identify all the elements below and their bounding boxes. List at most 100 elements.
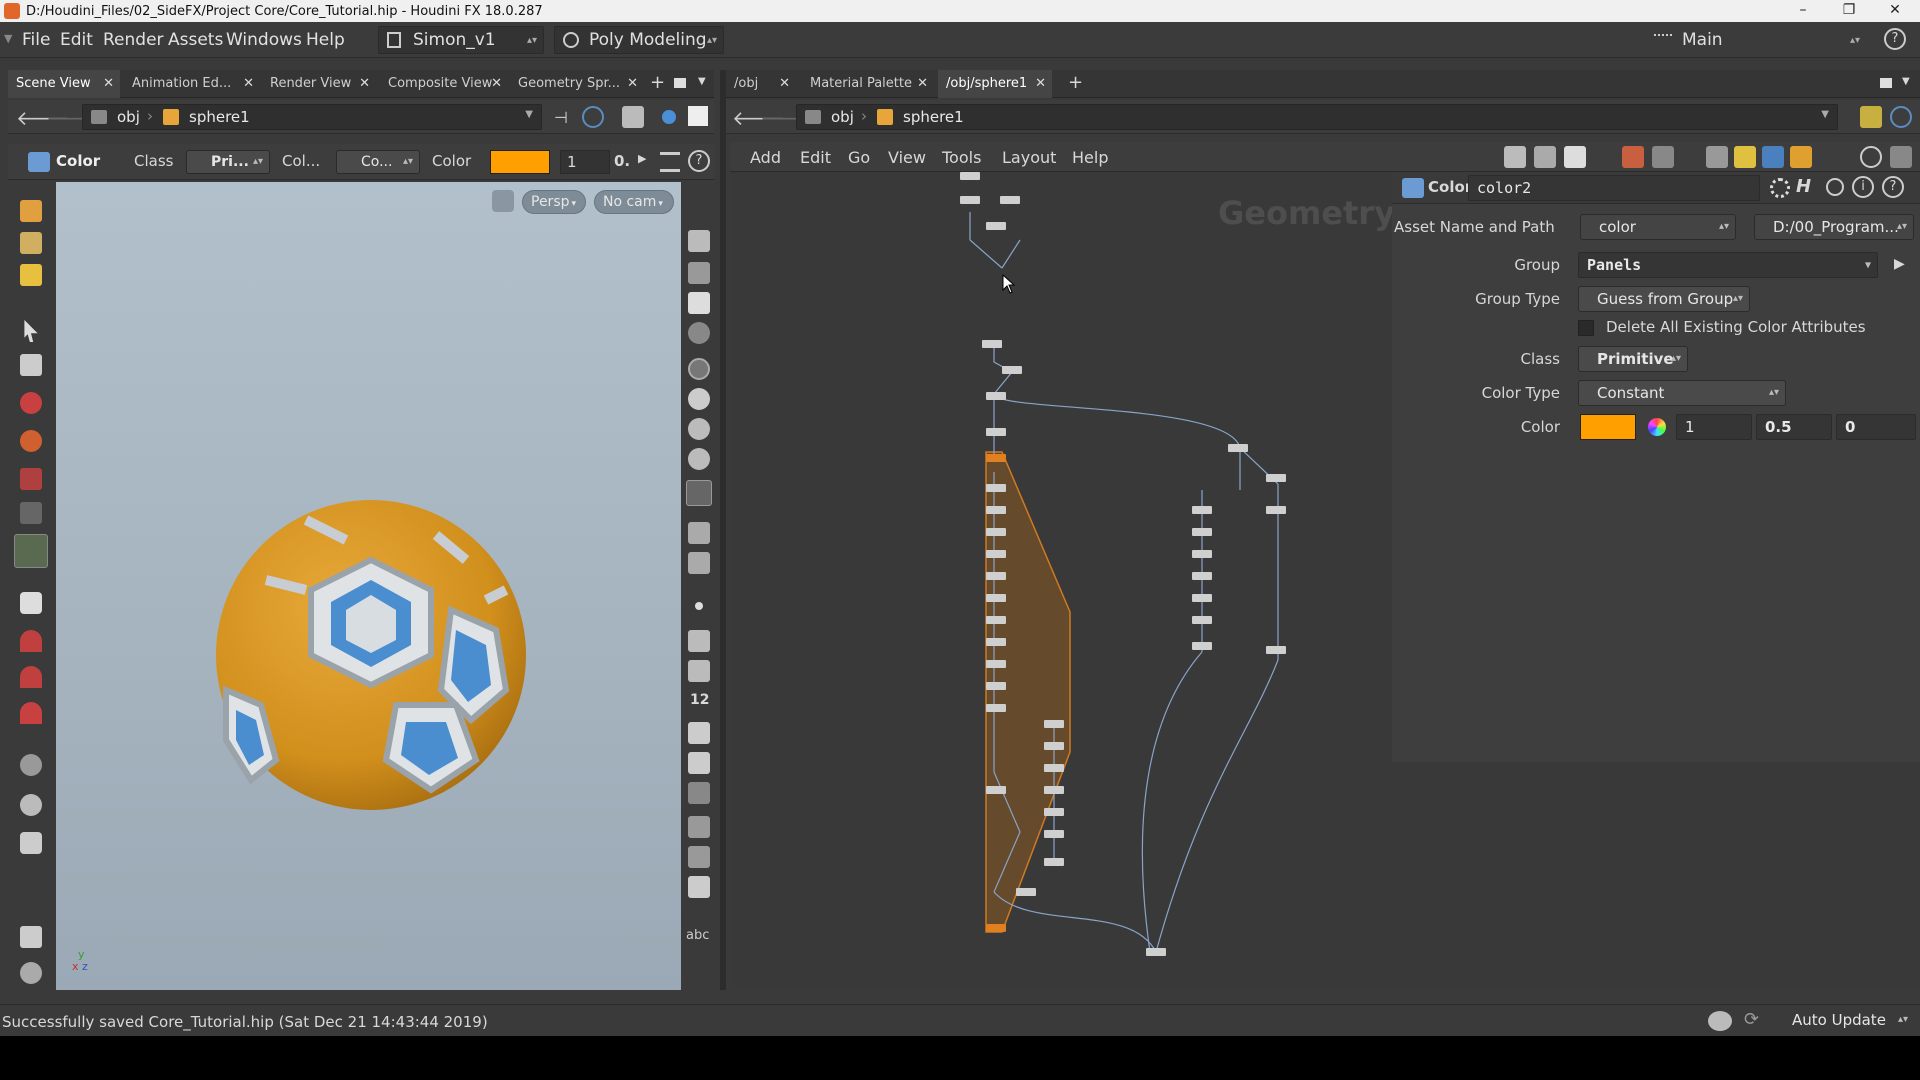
maximize-button[interactable]: ❐ bbox=[1826, 0, 1872, 22]
network-node[interactable] bbox=[1192, 506, 1212, 514]
network-node[interactable] bbox=[986, 528, 1006, 536]
network-node[interactable] bbox=[1192, 594, 1212, 602]
color-type-menu[interactable]: Co... ▴▾ bbox=[336, 150, 420, 174]
network-node[interactable] bbox=[986, 428, 1006, 436]
network-node[interactable] bbox=[1044, 858, 1064, 866]
network-menu-tools[interactable]: Tools bbox=[942, 148, 981, 167]
search-icon[interactable] bbox=[1826, 178, 1844, 196]
bulb2-icon[interactable] bbox=[688, 418, 710, 440]
select-arrow-icon[interactable] bbox=[24, 320, 38, 342]
normal-icon[interactable] bbox=[688, 782, 710, 804]
grid-view-icon[interactable] bbox=[1622, 146, 1644, 168]
path-node[interactable]: sphere1 bbox=[189, 108, 250, 126]
network-node[interactable] bbox=[960, 172, 980, 180]
add-tab-icon[interactable]: + bbox=[650, 72, 665, 93]
layers-icon[interactable] bbox=[20, 926, 42, 948]
camera-menu[interactable]: No cam ▾ bbox=[594, 190, 674, 214]
menu-windows[interactable]: Windows bbox=[226, 30, 302, 50]
tool-settings-icon[interactable] bbox=[660, 152, 680, 172]
tab-material-palette[interactable]: Material Palette ✕ bbox=[802, 70, 934, 98]
quick-link-icon[interactable] bbox=[1860, 106, 1882, 128]
close-icon[interactable]: ✕ bbox=[917, 70, 928, 98]
network-node[interactable] bbox=[986, 506, 1006, 514]
network-menu-add[interactable]: Add bbox=[750, 148, 781, 167]
color-type-menu[interactable]: Constant ▴▾ bbox=[1578, 380, 1786, 406]
delete-attributes-checkbox[interactable] bbox=[1578, 320, 1594, 336]
asset-name-menu[interactable]: color ▴▾ bbox=[1580, 214, 1736, 240]
pose-tool-icon[interactable] bbox=[14, 534, 48, 568]
visibility-icon[interactable] bbox=[688, 230, 710, 252]
network-node[interactable] bbox=[1228, 444, 1248, 452]
cloud-icon[interactable] bbox=[1708, 1011, 1732, 1031]
flashlight-icon[interactable] bbox=[688, 522, 710, 544]
magnet2-tool-icon[interactable] bbox=[20, 666, 42, 688]
link-icon[interactable] bbox=[1890, 106, 1912, 128]
right-path-box[interactable]: obj › sphere1 ▼ bbox=[796, 104, 1838, 130]
pin-icon[interactable]: ⊣ bbox=[554, 108, 568, 127]
group-field[interactable]: Panels ▼ bbox=[1578, 252, 1878, 278]
close-icon[interactable]: ✕ bbox=[103, 70, 114, 98]
network-node[interactable] bbox=[1000, 196, 1020, 204]
network-node[interactable] bbox=[986, 392, 1006, 400]
maximize-pane-icon[interactable] bbox=[1880, 78, 1892, 88]
flashlight2-icon[interactable] bbox=[688, 552, 710, 574]
network-editor[interactable]: Geometry bbox=[730, 172, 1392, 990]
bulb3-icon[interactable] bbox=[688, 448, 710, 470]
camera-tool-icon[interactable] bbox=[20, 794, 42, 816]
lock-icon[interactable] bbox=[688, 292, 710, 314]
network-node[interactable] bbox=[1192, 642, 1212, 650]
asset-path-menu[interactable]: D:/00_Program... ▴▾ bbox=[1754, 214, 1914, 240]
tab-obj-sphere1[interactable]: /obj/sphere1 ✕ bbox=[938, 70, 1052, 98]
move-tool-icon[interactable] bbox=[20, 392, 42, 414]
help-icon[interactable]: ? bbox=[1882, 176, 1904, 198]
point-icon[interactable] bbox=[695, 602, 703, 610]
snap-icon[interactable] bbox=[688, 322, 710, 344]
left-path-box[interactable]: obj › sphere1 ▼ bbox=[82, 104, 542, 130]
vertex-icon[interactable] bbox=[688, 816, 710, 838]
pane-menu-icon[interactable]: ▼ bbox=[1902, 76, 1910, 87]
pen-icon[interactable] bbox=[688, 660, 710, 682]
maximize-pane-icon[interactable] bbox=[674, 78, 686, 88]
image-view-icon[interactable] bbox=[1706, 146, 1728, 168]
path-root[interactable]: obj bbox=[117, 108, 140, 126]
background-icon[interactable] bbox=[688, 106, 708, 126]
layers-icon[interactable] bbox=[1790, 146, 1812, 168]
list-view-icon[interactable] bbox=[1564, 146, 1586, 168]
network-node[interactable] bbox=[1044, 786, 1064, 794]
h-icon[interactable]: H bbox=[1796, 176, 1811, 197]
close-icon[interactable]: ✕ bbox=[243, 70, 254, 98]
node-name-field[interactable]: color2 bbox=[1468, 175, 1760, 201]
minimize-button[interactable]: – bbox=[1780, 0, 1826, 22]
close-icon[interactable]: ✕ bbox=[1035, 70, 1046, 98]
prim2-icon[interactable] bbox=[688, 752, 710, 774]
color-swatch[interactable] bbox=[490, 150, 550, 174]
menu-assets[interactable]: Assets bbox=[168, 30, 223, 50]
path-node[interactable]: sphere1 bbox=[903, 108, 964, 126]
magnet3-tool-icon[interactable] bbox=[20, 702, 42, 724]
list-icon[interactable] bbox=[688, 876, 710, 898]
pane-menu-icon[interactable]: ▼ bbox=[698, 76, 706, 87]
close-icon[interactable]: ✕ bbox=[491, 70, 502, 98]
expand-arrow-icon[interactable]: ▶ bbox=[638, 152, 646, 165]
persp-menu[interactable]: Persp ▾ bbox=[522, 190, 586, 214]
network-node[interactable] bbox=[986, 682, 1006, 690]
shading-icon[interactable] bbox=[662, 110, 676, 124]
prim-icon[interactable] bbox=[688, 722, 710, 744]
link-icon[interactable] bbox=[582, 106, 604, 128]
class-menu[interactable]: Primitive ▴▾ bbox=[1578, 346, 1688, 372]
gear-icon[interactable] bbox=[1770, 178, 1790, 198]
network-menu-view[interactable]: View bbox=[888, 148, 926, 167]
display-cube-icon[interactable] bbox=[622, 106, 644, 128]
tab-scene-view[interactable]: Scene View ✕ bbox=[8, 70, 120, 98]
class-menu[interactable]: Pri... ▴▾ bbox=[186, 150, 270, 174]
info-icon[interactable]: i bbox=[1852, 176, 1874, 198]
color-g-field[interactable]: 0.5 bbox=[1756, 414, 1832, 440]
refresh-icon[interactable]: ⟳ bbox=[1744, 1009, 1759, 1030]
tab-animation-editor[interactable]: Animation Ed... ✕ bbox=[124, 70, 260, 98]
brush-tool-icon[interactable] bbox=[20, 200, 42, 222]
path-dropdown-icon[interactable]: ▼ bbox=[525, 109, 533, 120]
update-mode-menu[interactable]: Auto Update ▴▾ bbox=[1774, 1008, 1914, 1034]
cog-tool-icon[interactable] bbox=[20, 754, 42, 776]
network-node[interactable] bbox=[1266, 646, 1286, 654]
select-arrow-icon[interactable]: ▶ bbox=[1894, 256, 1905, 272]
